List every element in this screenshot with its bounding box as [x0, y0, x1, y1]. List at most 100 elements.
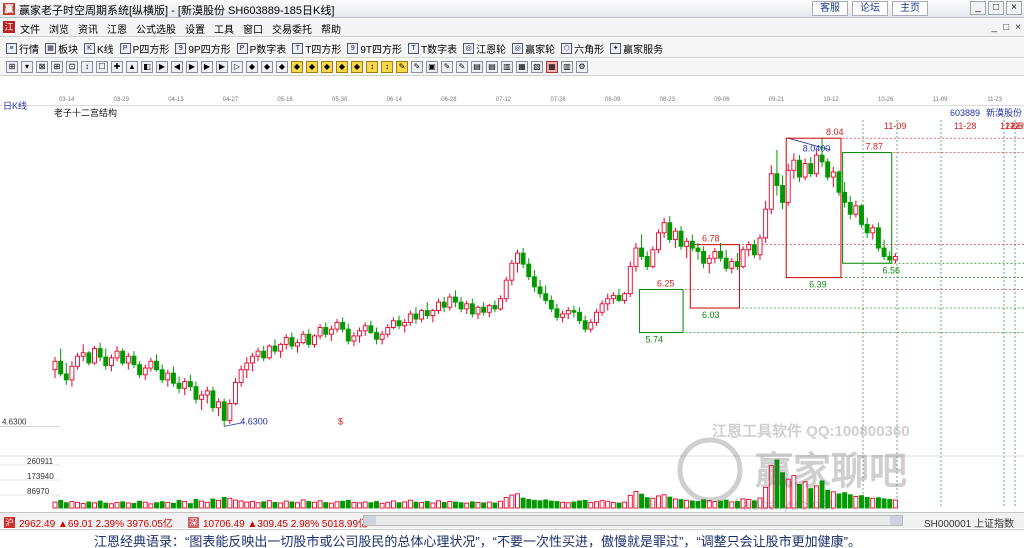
maximize-button[interactable]: □	[988, 1, 1004, 15]
draw-tool-icon-11[interactable]: ◀	[171, 61, 183, 73]
grid-icon: ≡	[6, 43, 17, 54]
homepage-link[interactable]: 主页	[892, 1, 928, 16]
menu-settings[interactable]: 设置	[185, 21, 205, 36]
candle-body	[610, 294, 616, 300]
draw-tool-icon-34[interactable]: ▦	[516, 61, 528, 73]
draw-tool-icon-38[interactable]: ⚙	[576, 61, 588, 73]
draw-tool-icon-37[interactable]: ▥	[561, 61, 573, 73]
menu-help[interactable]: 帮助	[321, 21, 341, 36]
menu-info[interactable]: 资讯	[78, 21, 98, 36]
volume-bar	[125, 502, 131, 509]
candle-body	[543, 293, 549, 301]
volume-axis-label: 260911	[27, 457, 54, 466]
menu-window[interactable]: 窗口	[243, 21, 263, 36]
volume-bar	[103, 502, 109, 509]
draw-tool-icon-30[interactable]: ✎	[456, 61, 468, 73]
draw-tool-icon-24[interactable]: ↕	[366, 61, 378, 73]
volume-bar	[52, 501, 58, 509]
candle-body	[142, 367, 148, 376]
horizontal-scrollbar[interactable]	[363, 515, 903, 526]
volume-bar	[328, 502, 334, 509]
toolbar-button-2[interactable]: K K线	[84, 41, 114, 56]
menu-tools[interactable]: 工具	[214, 21, 234, 36]
draw-tool-icon-10[interactable]: ▶	[156, 61, 168, 73]
draw-tool-icon-19[interactable]: ◆	[291, 61, 303, 73]
draw-tool-icon-12[interactable]: ▶	[186, 61, 198, 73]
close-button[interactable]: ×	[1006, 1, 1022, 15]
candle-body	[526, 263, 532, 278]
draw-tool-icon-3[interactable]: ⊞	[51, 61, 63, 73]
minimize-button[interactable]: _	[970, 1, 986, 15]
candle-body	[227, 403, 233, 421]
forum-link[interactable]: 论坛	[852, 1, 888, 16]
toolbar-button-1[interactable]: ▦ 板块	[45, 41, 78, 56]
draw-tool-icon-7[interactable]: ✚	[111, 61, 123, 73]
kline-chart[interactable]: 日K线老子十二宫结构603889新漠股份11-0911-2812-0512-09…	[0, 98, 1024, 514]
draw-tool-icon-28[interactable]: ▣	[426, 61, 438, 73]
draw-tool-icon-29[interactable]: ✎	[441, 61, 453, 73]
draw-tool-icon-21[interactable]: ◆	[321, 61, 333, 73]
draw-tool-icon-36[interactable]: ▦	[546, 61, 558, 73]
toolbar-button-0[interactable]: ≡ 行情	[6, 41, 39, 56]
draw-tool-icon-4[interactable]: ⊡	[66, 61, 78, 73]
support-link[interactable]: 客服	[812, 1, 848, 16]
menu-file[interactable]: 文件	[20, 21, 40, 36]
title-links: 客服 论坛 主页	[812, 1, 928, 16]
draw-tool-icon-27[interactable]: ✎	[411, 61, 423, 73]
draw-tool-icon-5[interactable]: ↕	[81, 61, 93, 73]
candle-body	[718, 250, 723, 259]
draw-tool-icon-17[interactable]: ◆	[261, 61, 273, 73]
volume-bar	[385, 501, 391, 509]
draw-tool-icon-26[interactable]: ✎	[396, 61, 408, 73]
menu-gann[interactable]: 江恩	[107, 21, 127, 36]
draw-tool-icon-8[interactable]: ▲	[126, 61, 138, 73]
draw-tool-icon-0[interactable]: ⊞	[6, 61, 18, 73]
toolbar-button-9[interactable]: ◎ 江恩轮	[463, 41, 506, 56]
draw-tool-icon-13[interactable]: ▶	[201, 61, 213, 73]
candle-body	[870, 227, 876, 234]
menu-browse[interactable]: 浏览	[49, 21, 69, 36]
menu-formula-screener[interactable]: 公式选股	[136, 21, 176, 36]
toolbar-button-11[interactable]: ⬡ 六角形	[561, 41, 604, 56]
draw-tool-icon-15[interactable]: ▷	[231, 61, 243, 73]
volume-bar	[441, 501, 447, 509]
draw-tool-icon-18[interactable]: ◆	[276, 61, 288, 73]
menu-trading[interactable]: 交易委托	[272, 21, 312, 36]
candle-body	[853, 205, 859, 215]
draw-tool-icon-23[interactable]: ◆	[351, 61, 363, 73]
mdi-restore-button[interactable]: □	[1003, 22, 1009, 33]
toolbar-button-7[interactable]: 9 9T四方形	[347, 41, 402, 56]
shanghai-index[interactable]: 沪 2962.49 ▲69.01 2.39% 3976.05亿	[4, 515, 173, 530]
draw-tool-icon-16[interactable]: ◆	[246, 61, 258, 73]
9t-square-icon: 9	[347, 43, 359, 54]
volume-bar	[515, 493, 520, 509]
draw-tool-icon-25[interactable]: ↕	[381, 61, 393, 73]
toolbar-button-6[interactable]: T T四方形	[292, 41, 341, 56]
toolbar-button-12[interactable]: ✦ 赢家服务	[610, 41, 663, 56]
draw-tool-icon-9[interactable]: ◧	[141, 61, 153, 73]
toolbar-button-3[interactable]: P P四方形	[119, 41, 169, 56]
draw-tool-icon-22[interactable]: ◆	[336, 61, 348, 73]
mdi-close-button[interactable]: ×	[1015, 22, 1021, 33]
draw-tool-icon-6[interactable]: ☐	[96, 61, 108, 73]
draw-tool-icon-35[interactable]: ▧	[531, 61, 543, 73]
toolbar-button-4[interactable]: 9 9P四方形	[175, 41, 231, 56]
draw-tool-icon-33[interactable]: ▥	[501, 61, 513, 73]
scroll-right-button[interactable]	[890, 516, 902, 525]
draw-tool-icon-20[interactable]: ◆	[306, 61, 318, 73]
shenzhen-index[interactable]: 深 10706.49 ▲309.45 2.98% 5018.99亿	[188, 515, 368, 530]
toolbar-button-8[interactable]: T T数字表	[408, 41, 457, 56]
toolbar-button-5[interactable]: P P数字表	[236, 41, 286, 56]
draw-tool-icon-1[interactable]: ▾	[21, 61, 33, 73]
chart-area[interactable]: 日K线老子十二宫结构603889新漠股份11-0911-2812-0512-09…	[0, 98, 1024, 514]
candle-body	[791, 159, 797, 171]
toolbar-button-10[interactable]: ◎ 赢家轮	[512, 41, 555, 56]
draw-tool-icon-31[interactable]: ▤	[471, 61, 483, 73]
watermark-logo-icon	[677, 437, 743, 503]
draw-tool-icon-14[interactable]: ▶	[216, 61, 228, 73]
draw-tool-icon-32[interactable]: ▤	[486, 61, 498, 73]
scroll-left-button[interactable]	[364, 516, 376, 525]
mdi-minimize-button[interactable]: _	[992, 22, 998, 33]
current-index[interactable]: SH000001 上证指数	[924, 515, 1014, 530]
draw-tool-icon-2[interactable]: ⊠	[36, 61, 48, 73]
